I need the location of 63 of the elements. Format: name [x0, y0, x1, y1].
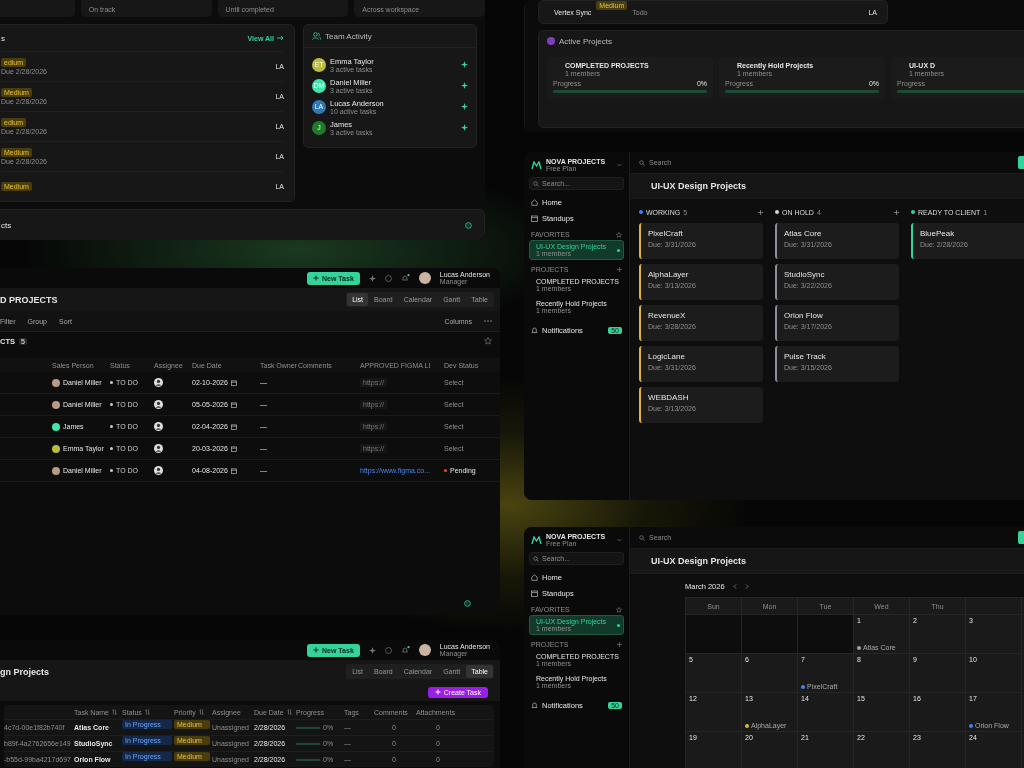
user-icon[interactable]	[154, 466, 163, 475]
plus-icon	[313, 275, 319, 281]
page-title: UI-UX Design Projects	[651, 181, 747, 191]
calendar-icon[interactable]	[230, 467, 237, 474]
plus-icon[interactable]	[758, 209, 763, 215]
sparkle-icon[interactable]	[368, 274, 376, 282]
sort-icon[interactable]	[112, 709, 117, 715]
logo-icon	[531, 160, 542, 170]
home-icon	[531, 198, 538, 206]
sort-icon[interactable]	[144, 709, 150, 715]
card-title: cts	[1, 220, 12, 230]
plus-icon	[313, 647, 319, 653]
star-icon[interactable]	[616, 606, 622, 613]
card-title: s	[1, 33, 5, 43]
user-avatar[interactable]	[418, 644, 431, 656]
plus-icon	[434, 689, 441, 695]
star-icon[interactable]	[616, 231, 622, 238]
bell-icon	[531, 326, 538, 334]
page-title: UI-UX Design Projects	[651, 556, 747, 566]
card-title: Active Projects	[559, 36, 612, 46]
plus-icon[interactable]	[617, 267, 622, 272]
search-icon	[639, 159, 645, 166]
status-icon	[465, 221, 472, 229]
notification-icon[interactable]	[400, 274, 410, 282]
user-icon[interactable]	[154, 400, 163, 409]
plus-icon[interactable]	[617, 642, 622, 647]
users-icon	[312, 32, 321, 40]
sort-icon[interactable]	[198, 709, 204, 715]
bell-icon	[531, 701, 538, 709]
home-icon	[531, 573, 538, 581]
dot-icon	[110, 447, 113, 450]
card-title: Team Activity	[325, 31, 372, 41]
user-icon[interactable]	[154, 444, 163, 453]
sparkle-icon[interactable]	[461, 61, 468, 68]
search-icon	[533, 555, 539, 562]
page-title: gn Projects	[0, 666, 49, 677]
status-icon	[464, 600, 471, 607]
calendar-icon	[531, 214, 538, 222]
calendar-icon[interactable]	[230, 401, 237, 408]
search-icon	[533, 180, 539, 187]
calendar-icon[interactable]	[230, 423, 237, 430]
user-icon[interactable]	[154, 422, 163, 431]
calendar-icon	[531, 589, 538, 597]
dot-icon	[110, 381, 113, 384]
notification-icon[interactable]	[400, 646, 410, 654]
sparkle-icon[interactable]	[368, 646, 376, 654]
user-avatar[interactable]	[418, 272, 431, 284]
star-icon[interactable]	[484, 337, 492, 345]
dot-icon	[110, 469, 113, 472]
user-icon[interactable]	[154, 378, 163, 387]
arrow-icon[interactable]	[277, 35, 284, 41]
sparkle-icon[interactable]	[461, 82, 468, 89]
sort-icon[interactable]	[286, 709, 292, 715]
search-icon	[639, 534, 645, 541]
logo-icon	[531, 535, 542, 545]
calendar-icon[interactable]	[230, 445, 237, 452]
sparkle-icon[interactable]	[461, 103, 468, 110]
dot-icon	[110, 425, 113, 428]
sparkle-icon[interactable]	[461, 124, 468, 131]
dot-icon	[110, 403, 113, 406]
page-title: D PROJECTS	[0, 294, 58, 305]
plus-icon[interactable]	[894, 209, 899, 215]
calendar-icon[interactable]	[230, 379, 237, 386]
